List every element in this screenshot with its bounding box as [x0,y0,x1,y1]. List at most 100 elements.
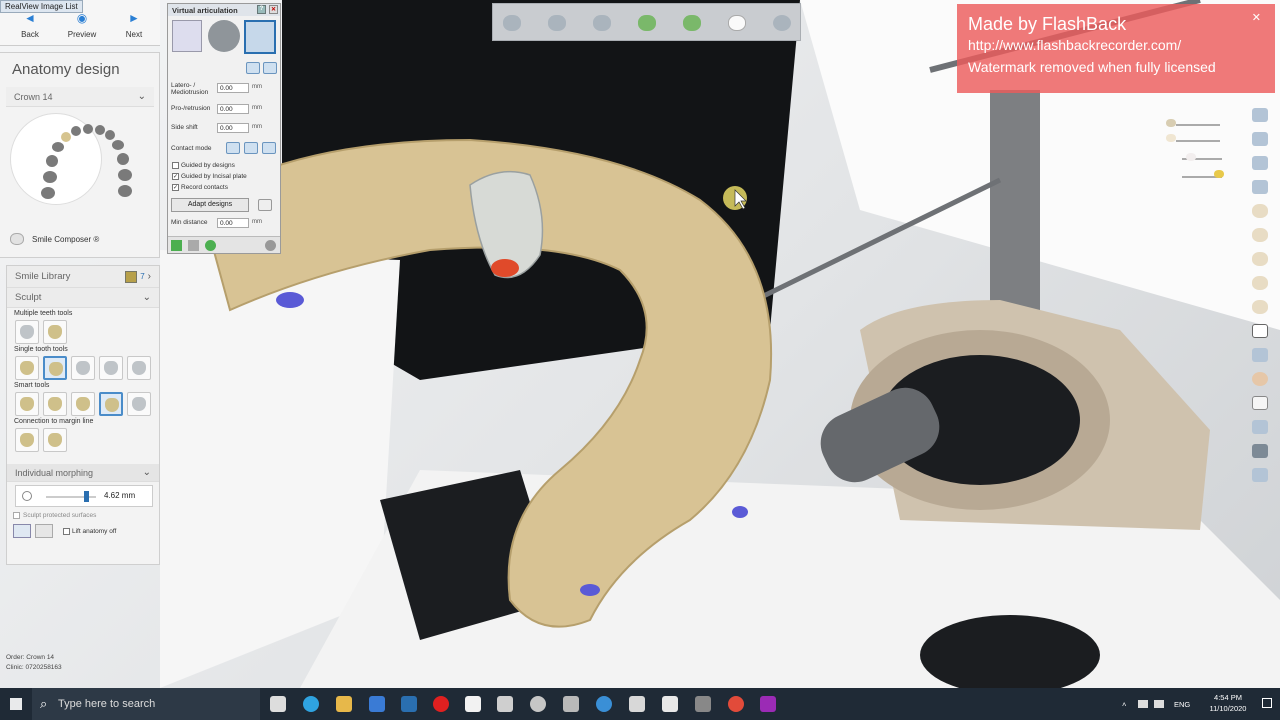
back-button[interactable]: ◄ Back [10,12,50,39]
file-explorer-icon[interactable] [336,696,352,712]
wax-knife-tool[interactable] [127,356,151,380]
close-icon[interactable]: ✕ [269,5,278,14]
document-icon[interactable] [465,696,481,712]
tray-chevron-icon[interactable]: ˄ [1122,700,1126,709]
adapt-designs-button[interactable]: Adapt designs [171,198,249,212]
gingiva-tool[interactable] [677,8,707,38]
export-icon[interactable] [1252,468,1268,482]
settings-icon[interactable] [265,240,276,251]
record-contacts-row[interactable]: ✓ Record contacts [172,184,228,191]
tooth-slider-knob[interactable] [1166,119,1176,127]
add-remove-tool[interactable] [15,356,39,380]
multi-tooth-knife-tool[interactable] [43,320,67,344]
app-icon[interactable] [695,696,711,712]
record-icon[interactable] [205,240,216,251]
margin-tool-2[interactable] [43,428,67,452]
network-icon[interactable] [1138,700,1148,708]
tooth-slider-knob[interactable] [1214,170,1224,178]
tooth-slider-knob[interactable] [1166,134,1176,142]
frame-icon[interactable] [244,20,276,54]
smart-tool-2[interactable] [43,392,67,416]
smooth-tool[interactable] [43,356,67,380]
flatten-tool[interactable] [71,356,95,380]
guided-by-designs-row[interactable]: Guided by designs [172,162,235,169]
smart-tool-4[interactable] [99,392,123,416]
copy-icon[interactable] [1252,156,1268,170]
notifications-icon[interactable] [1262,698,1272,708]
guided-by-incisal-row[interactable]: ✓ Guided by Incisal plate [172,173,247,180]
window-icon[interactable] [1252,108,1268,122]
undo-icon[interactable] [258,199,272,211]
language-indicator[interactable]: ENG [1174,700,1190,709]
flashback-icon[interactable] [760,696,776,712]
play-icon[interactable] [171,240,182,251]
min-distance-input[interactable]: 0.00 [217,218,249,228]
articulator-icon[interactable] [172,20,202,52]
app-icon[interactable] [497,696,513,712]
bracket-icon[interactable] [1252,324,1268,338]
side-shift-input[interactable]: 0.00 [217,123,249,133]
disc-tool[interactable] [767,8,797,38]
preview-button[interactable]: ◉ Preview [62,12,102,39]
camera-icon[interactable] [1252,444,1268,458]
exocad-icon[interactable] [662,696,678,712]
face-icon[interactable] [1252,372,1268,386]
tooth-view-tool[interactable] [722,8,752,38]
clock-time[interactable]: 4:54 PM [1198,693,1258,702]
app-icon[interactable] [563,696,579,712]
contact-mode-stat-icon[interactable] [244,142,258,154]
stop-icon[interactable] [188,240,199,251]
undo-icon[interactable] [13,524,31,538]
stack-icon[interactable] [1252,348,1268,362]
molar-icon[interactable] [1252,300,1268,314]
crown-14-header[interactable]: Crown 14 ⌄ [6,87,154,107]
checkbox-icon[interactable] [63,527,70,535]
jaw-tool[interactable] [587,8,617,38]
knife-icon[interactable] [1252,204,1268,218]
smile-composer-row[interactable]: Smile Composer ® [10,233,99,245]
multi-tooth-tool[interactable] [15,320,39,344]
tooth-slider-knob[interactable] [1186,153,1196,161]
warning-icon[interactable] [1252,396,1268,410]
reset-icon[interactable] [246,62,260,74]
sculpt-header[interactable]: Sculpt ⌄ [7,288,159,308]
next-button[interactable]: ► Next [114,12,154,39]
protrusion-input[interactable]: 0.00 [217,104,249,114]
task-view-icon[interactable] [270,696,286,712]
gear-icon[interactable] [208,20,240,52]
tooth-chart[interactable] [38,121,138,211]
lift-anatomy-row[interactable]: Lift anatomy off [63,527,116,535]
checkbox-checked-icon[interactable]: ✓ [172,184,179,191]
latero-input[interactable]: 0.00 [217,83,249,93]
contact-mode-all-icon[interactable] [262,142,276,154]
smart-tool-1[interactable] [15,392,39,416]
edge-icon[interactable] [303,696,319,712]
redo-icon[interactable] [35,524,53,538]
start-button[interactable] [0,688,32,720]
refresh-icon[interactable] [263,62,277,74]
volume-icon[interactable] [1154,700,1164,708]
layers-icon[interactable] [1252,132,1268,146]
margin-tool-1[interactable] [15,428,39,452]
scan-tool[interactable] [497,8,527,38]
mail-icon[interactable] [401,696,417,712]
checkbox-icon[interactable] [172,162,179,169]
download-tool[interactable] [632,8,662,38]
sculpt-protected-row[interactable]: Sculpt protected surfaces [13,512,159,519]
help-icon[interactable]: ? [257,5,266,14]
clock-date[interactable]: 11/10/2020 [1198,704,1258,713]
crown-icon[interactable] [1252,252,1268,266]
app-icon[interactable] [596,696,612,712]
pen-icon[interactable] [1252,228,1268,242]
close-icon[interactable]: ✕ [1252,11,1261,24]
contact-mode-dyn-icon[interactable] [226,142,240,154]
opera-icon[interactable] [433,696,449,712]
morph-slider[interactable]: 4.62 mm [15,485,153,507]
articulator-tool[interactable] [542,8,572,38]
app-icon[interactable] [530,696,546,712]
checkbox-checked-icon[interactable]: ✓ [172,173,179,180]
morph-tool[interactable] [99,356,123,380]
store-icon[interactable] [369,696,385,712]
slider-thumb[interactable] [84,491,89,502]
grid-icon[interactable] [1252,420,1268,434]
